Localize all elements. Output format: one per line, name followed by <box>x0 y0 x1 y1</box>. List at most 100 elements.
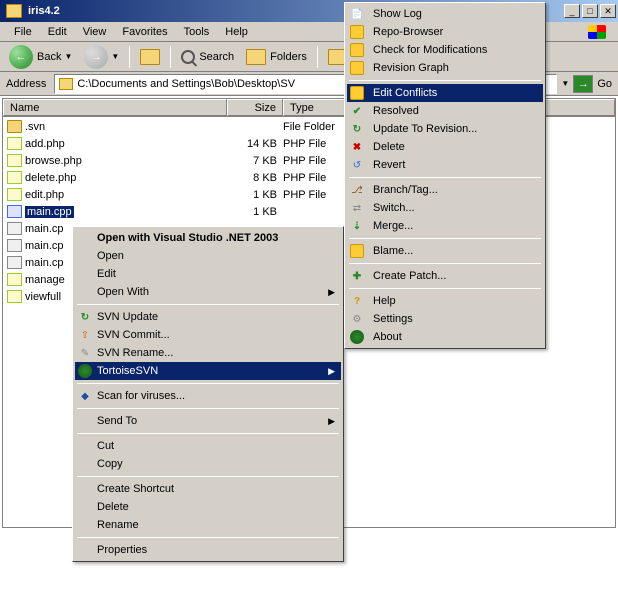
svn-rev-graph[interactable]: Revision Graph <box>347 59 543 77</box>
tortoisesvn-submenu: 📄Show Log Repo-Browser Check for Modific… <box>344 2 546 349</box>
svn-help[interactable]: ?Help <box>347 292 543 310</box>
svn-create-patch[interactable]: ✚Create Patch... <box>347 267 543 285</box>
branch-icon: ⎇ <box>350 183 364 197</box>
svn-revert[interactable]: ↺Revert <box>347 156 543 174</box>
menu-edit[interactable]: Edit <box>40 24 75 40</box>
menu-view[interactable]: View <box>75 24 115 40</box>
file-icon <box>7 188 22 201</box>
file-size: 8 KB <box>227 172 283 184</box>
file-name: viewfull <box>25 291 77 303</box>
ctx-svn-commit[interactable]: ⇧SVN Commit... <box>75 326 341 344</box>
ctx-properties[interactable]: Properties <box>75 541 341 559</box>
svn-resolved[interactable]: ✔Resolved <box>347 102 543 120</box>
svn-update-rev[interactable]: ↻Update To Revision... <box>347 120 543 138</box>
file-icon <box>7 256 22 269</box>
log-icon: 📄 <box>350 7 364 21</box>
merge-icon: ⇣ <box>350 219 364 233</box>
go-button[interactable]: → <box>573 75 593 93</box>
window-icon <box>6 4 22 18</box>
ctx-copy[interactable]: Copy <box>75 455 341 473</box>
check-icon <box>350 43 364 57</box>
svn-settings[interactable]: ⚙Settings <box>347 310 543 328</box>
ctx-scan-viruses[interactable]: ◆Scan for viruses... <box>75 387 341 405</box>
back-button[interactable]: ← Back ▼ <box>4 42 77 72</box>
address-dropdown[interactable]: ▼ <box>561 79 569 88</box>
file-icon <box>7 205 22 218</box>
minimize-button[interactable]: _ <box>564 4 580 18</box>
menu-help[interactable]: Help <box>217 24 256 40</box>
address-label: Address <box>6 78 50 90</box>
commit-icon: ⇧ <box>78 328 92 342</box>
file-icon <box>7 273 22 286</box>
file-icon <box>7 239 22 252</box>
svn-about[interactable]: About <box>347 328 543 346</box>
menu-tools[interactable]: Tools <box>176 24 218 40</box>
file-icon <box>7 222 22 235</box>
back-label: Back <box>37 51 61 63</box>
address-path: C:\Documents and Settings\Bob\Desktop\SV <box>77 78 295 90</box>
menu-file[interactable]: File <box>6 24 40 40</box>
ctx-edit[interactable]: Edit <box>75 265 341 283</box>
ctx-tortoisesvn[interactable]: TortoiseSVN▶ <box>75 362 341 380</box>
file-icon <box>7 290 22 303</box>
ctx-svn-update[interactable]: ↻SVN Update <box>75 308 341 326</box>
ctx-rename[interactable]: Rename <box>75 516 341 534</box>
graph-icon <box>350 61 364 75</box>
file-icon <box>7 154 22 167</box>
search-icon <box>181 50 195 64</box>
file-name: main.cp <box>25 223 77 235</box>
revert-icon: ↺ <box>350 158 364 172</box>
ctx-open[interactable]: Open <box>75 247 341 265</box>
close-button[interactable]: ✕ <box>600 4 616 18</box>
ctx-open-vs[interactable]: Open with Visual Studio .NET 2003 <box>75 229 341 247</box>
back-icon: ← <box>9 45 33 69</box>
file-icon <box>7 171 22 184</box>
svn-switch[interactable]: ⇄Switch... <box>347 199 543 217</box>
col-size[interactable]: Size <box>227 99 283 116</box>
file-name: manage <box>25 274 77 286</box>
forward-button[interactable]: → ▼ <box>79 42 124 72</box>
maximize-button[interactable]: □ <box>582 4 598 18</box>
file-name: main.cp <box>25 257 77 269</box>
go-label: Go <box>597 78 612 90</box>
svn-repo-browser[interactable]: Repo-Browser <box>347 23 543 41</box>
patch-icon: ✚ <box>350 269 364 283</box>
svn-delete[interactable]: ✖Delete <box>347 138 543 156</box>
svn-branch[interactable]: ⎇Branch/Tag... <box>347 181 543 199</box>
conflict-icon <box>350 86 364 100</box>
ctx-open-with[interactable]: Open With▶ <box>75 283 341 301</box>
file-size: 1 KB <box>227 206 283 218</box>
folders-button[interactable]: Folders <box>241 46 312 68</box>
resolved-icon: ✔ <box>350 104 364 118</box>
ctx-delete[interactable]: Delete <box>75 498 341 516</box>
ctx-create-shortcut[interactable]: Create Shortcut <box>75 480 341 498</box>
svn-show-log[interactable]: 📄Show Log <box>347 5 543 23</box>
svn-edit-conflicts[interactable]: Edit Conflicts <box>347 84 543 102</box>
repo-icon <box>350 25 364 39</box>
folders-label: Folders <box>270 51 307 63</box>
file-size: 7 KB <box>227 155 283 167</box>
svn-blame[interactable]: Blame... <box>347 242 543 260</box>
file-name: delete.php <box>25 172 227 184</box>
file-size: 14 KB <box>227 138 283 150</box>
svn-check-mods[interactable]: Check for Modifications <box>347 41 543 59</box>
help-icon: ? <box>350 294 364 308</box>
update-icon: ↻ <box>78 310 92 324</box>
up-icon <box>140 49 160 65</box>
ctx-svn-rename[interactable]: ✎SVN Rename... <box>75 344 341 362</box>
windows-logo <box>582 23 612 41</box>
ctx-send-to[interactable]: Send To▶ <box>75 412 341 430</box>
file-name: add.php <box>25 138 227 150</box>
tortoise-icon <box>78 364 92 378</box>
svn-merge[interactable]: ⇣Merge... <box>347 217 543 235</box>
search-button[interactable]: Search <box>176 47 239 67</box>
settings-icon: ⚙ <box>350 312 364 326</box>
about-icon <box>350 330 364 344</box>
col-name[interactable]: Name <box>3 99 227 116</box>
up-button[interactable] <box>135 46 165 68</box>
menu-favorites[interactable]: Favorites <box>114 24 175 40</box>
ctx-cut[interactable]: Cut <box>75 437 341 455</box>
context-menu: Open with Visual Studio .NET 2003 Open E… <box>72 226 344 562</box>
file-name: edit.php <box>25 189 227 201</box>
file-icon <box>7 137 22 150</box>
